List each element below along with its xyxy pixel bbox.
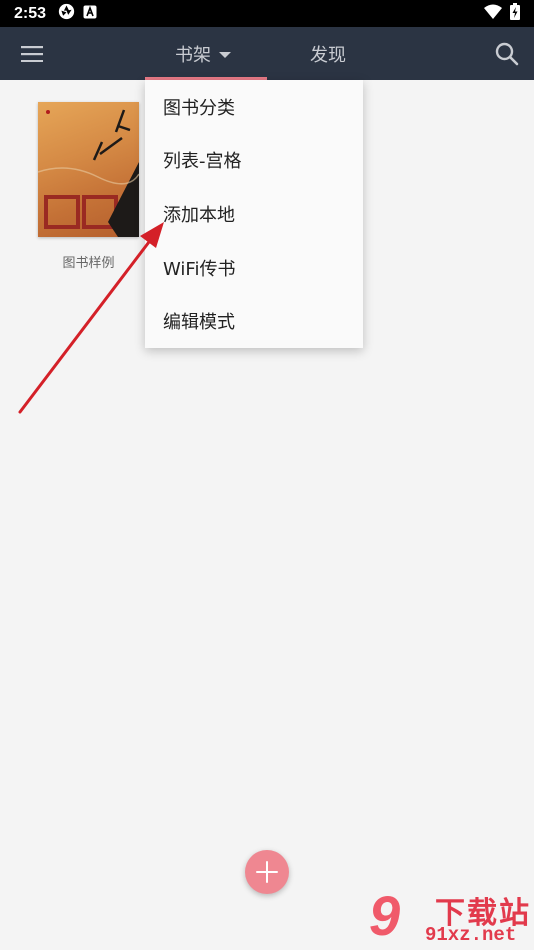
- wifi-icon: [484, 4, 502, 23]
- battery-charging-icon: [510, 3, 520, 24]
- menu-item-wifi-transfer[interactable]: WiFi传书: [145, 241, 363, 295]
- tab-discover-label: 发现: [310, 44, 346, 66]
- tab-bookshelf[interactable]: 书架: [175, 27, 231, 80]
- menu-item-book-category[interactable]: 图书分类: [145, 80, 363, 134]
- search-icon[interactable]: [494, 41, 520, 67]
- menu-item-list-grid[interactable]: 列表-宫格: [145, 134, 363, 188]
- watermark-url: 91xz.net: [425, 924, 517, 946]
- status-bar: 2:53: [0, 0, 534, 27]
- dropdown-menu: 图书分类 列表-宫格 添加本地 WiFi传书 编辑模式: [145, 80, 363, 348]
- app-bar: 书架 发现: [0, 27, 534, 80]
- menu-item-edit-mode[interactable]: 编辑模式: [145, 294, 363, 348]
- book-title[interactable]: 图书样例: [38, 252, 139, 271]
- watermark: 9 下载站 91xz.net: [365, 888, 534, 950]
- aperture-icon: [58, 3, 75, 24]
- add-fab-button[interactable]: [245, 850, 289, 894]
- chevron-down-icon: [219, 51, 231, 58]
- tab-discover[interactable]: 发现: [310, 27, 346, 80]
- tab-bookshelf-label: 书架: [175, 44, 211, 66]
- menu-item-add-local[interactable]: 添加本地: [145, 187, 363, 241]
- status-time: 2:53: [14, 4, 47, 22]
- watermark-logo: 9: [369, 884, 401, 947]
- hamburger-menu-icon[interactable]: [14, 40, 50, 68]
- app-a-icon: [83, 4, 97, 23]
- book-cover[interactable]: [38, 102, 139, 237]
- plus-icon: [256, 861, 278, 883]
